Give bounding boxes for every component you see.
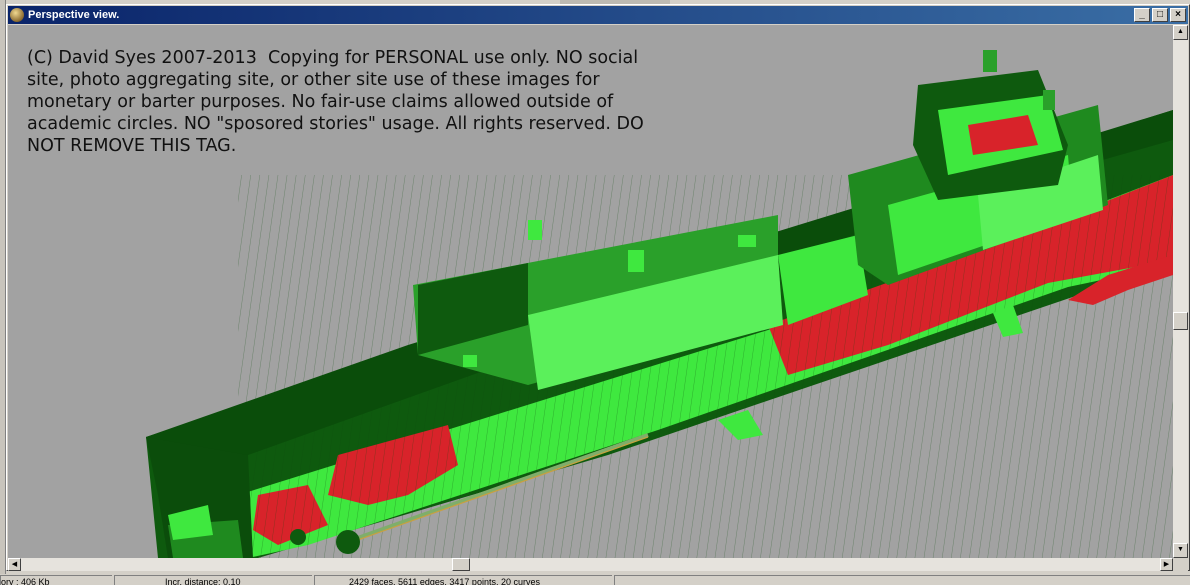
status-memory: ory : 406 Kb bbox=[0, 575, 112, 585]
window-title: Perspective view. bbox=[28, 9, 120, 21]
app-icon[interactable] bbox=[10, 8, 24, 22]
copyright-notice: (C) David Syes 2007-2013 Copying for PER… bbox=[27, 48, 650, 156]
status-increment: Incr. distance: 0.10 bbox=[114, 575, 312, 585]
perspective-viewport[interactable]: (C) David Syes 2007-2013 Copying for PER… bbox=[8, 25, 1173, 558]
vertical-scroll-thumb[interactable] bbox=[1173, 312, 1188, 330]
scroll-down-button[interactable]: ▼ bbox=[1173, 543, 1188, 558]
vertical-scrollbar[interactable]: ▲ ▼ bbox=[1173, 25, 1188, 558]
close-button[interactable]: × bbox=[1170, 8, 1186, 22]
status-empty bbox=[614, 575, 1190, 585]
minimize-button[interactable]: _ bbox=[1134, 8, 1150, 22]
scroll-left-button[interactable]: ◀ bbox=[8, 558, 21, 571]
maximize-button[interactable]: □ bbox=[1152, 8, 1168, 22]
status-bar: ory : 406 Kb Incr. distance: 0.10 2429 f… bbox=[0, 574, 1190, 585]
status-geometry-stats: 2429 faces, 5611 edges, 3417 points, 20 … bbox=[314, 575, 612, 585]
scroll-up-button[interactable]: ▲ bbox=[1173, 25, 1188, 40]
horizontal-scrollbar[interactable]: ◀ ▶ bbox=[8, 558, 1173, 571]
scrollbar-corner bbox=[1173, 558, 1188, 571]
horizontal-scroll-thumb[interactable] bbox=[452, 558, 470, 571]
scroll-right-button[interactable]: ▶ bbox=[1160, 558, 1173, 571]
title-bar[interactable]: Perspective view. _ □ × bbox=[8, 6, 1188, 24]
perspective-view-window: Perspective view. _ □ × (C) David Syes 2… bbox=[6, 4, 1190, 571]
